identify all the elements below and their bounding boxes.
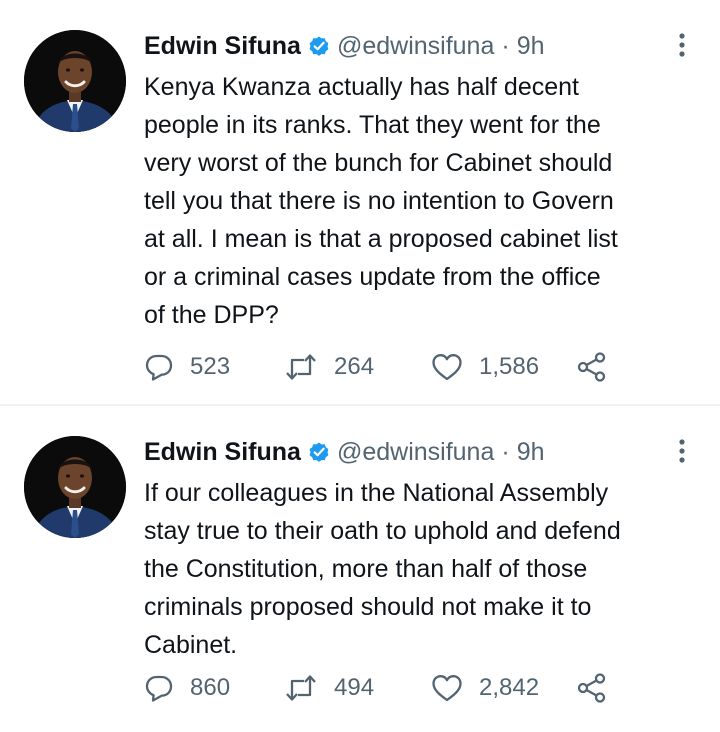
reply-count: 523 bbox=[190, 353, 231, 380]
retweet-icon bbox=[286, 354, 316, 380]
tweet-header: Edwin Sifuna @edwinsifuna · 9h bbox=[144, 28, 545, 64]
verified-badge-icon bbox=[307, 440, 331, 464]
share-icon bbox=[577, 352, 606, 382]
share-button[interactable] bbox=[576, 668, 608, 708]
tweet[interactable]: Edwin Sifuna @edwinsifuna · 9h Kenya Kwa… bbox=[0, 0, 720, 405]
reply-icon bbox=[145, 675, 173, 702]
like-count: 2,842 bbox=[479, 674, 540, 701]
tweet-text: If our colleagues in the National Assemb… bbox=[144, 479, 621, 659]
like-icon bbox=[432, 354, 462, 381]
avatar[interactable] bbox=[24, 30, 126, 132]
author-handle[interactable]: @edwinsifuna bbox=[337, 438, 494, 467]
verified-badge-icon bbox=[307, 34, 331, 58]
tweet-text: Kenya Kwanza actually has half decent pe… bbox=[144, 73, 618, 329]
retweet-count: 494 bbox=[334, 674, 375, 701]
more-icon[interactable] bbox=[668, 436, 696, 466]
separator-dot: · bbox=[501, 31, 510, 60]
author-handle[interactable]: @edwinsifuna bbox=[337, 32, 494, 61]
share-icon bbox=[577, 673, 606, 703]
avatar[interactable] bbox=[24, 436, 126, 538]
author-name[interactable]: Edwin Sifuna bbox=[144, 32, 301, 61]
tweet-actions: 860 494 2,842 bbox=[144, 668, 624, 708]
timestamp[interactable]: 9h bbox=[517, 438, 545, 467]
author-name[interactable]: Edwin Sifuna bbox=[144, 438, 301, 467]
separator-dot: · bbox=[501, 437, 510, 466]
retweet-button[interactable]: 494 bbox=[284, 668, 374, 708]
avatar-image bbox=[24, 436, 126, 538]
retweet-count: 264 bbox=[334, 353, 375, 380]
share-button[interactable] bbox=[576, 347, 608, 387]
more-icon[interactable] bbox=[668, 30, 696, 60]
like-button[interactable]: 1,586 bbox=[431, 347, 539, 387]
retweet-button[interactable]: 264 bbox=[284, 347, 374, 387]
tweet-actions: 523 264 1,586 bbox=[144, 347, 624, 387]
reply-icon bbox=[145, 354, 173, 381]
timestamp[interactable]: 9h bbox=[517, 32, 545, 61]
tweet[interactable]: Edwin Sifuna @edwinsifuna · 9h If our co… bbox=[0, 406, 720, 732]
reply-button[interactable]: 860 bbox=[144, 668, 230, 708]
reply-count: 860 bbox=[190, 674, 231, 701]
tweet-header: Edwin Sifuna @edwinsifuna · 9h bbox=[144, 434, 545, 470]
retweet-icon bbox=[286, 675, 316, 701]
reply-button[interactable]: 523 bbox=[144, 347, 230, 387]
avatar-image bbox=[24, 30, 126, 132]
like-count: 1,586 bbox=[479, 353, 540, 380]
like-icon bbox=[432, 675, 462, 702]
like-button[interactable]: 2,842 bbox=[431, 668, 539, 708]
